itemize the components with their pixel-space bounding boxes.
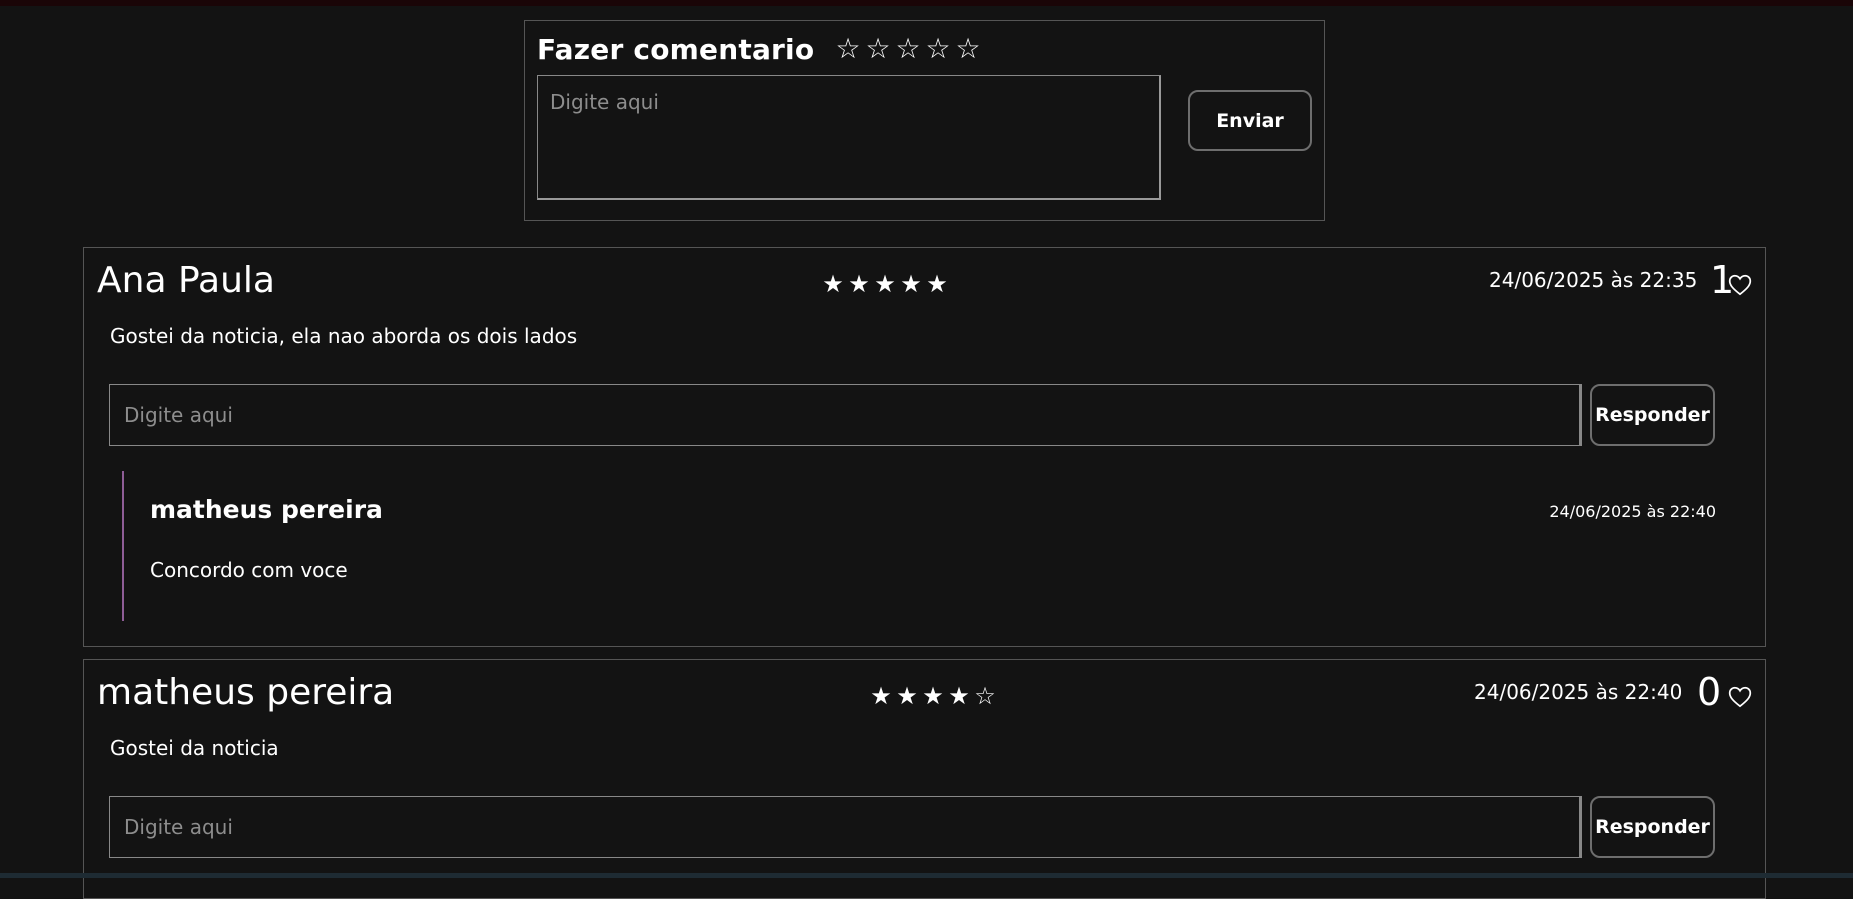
comment-card: Ana Paula ★ ★ ★ ★ ★ 24/06/2025 às 22:35 … [83, 247, 1766, 647]
comment-card: matheus pereira ★ ★ ★ ★ ☆ 24/06/2025 às … [83, 659, 1766, 899]
comment-rating: ★ ★ ★ ★ ★ [821, 270, 949, 298]
star-3-icon[interactable]: ☆ [895, 33, 921, 65]
comment-author: Ana Paula [97, 260, 275, 301]
rating-stars-input: ☆ ☆ ☆ ☆ ☆ [835, 33, 981, 65]
top-bar [0, 0, 1853, 6]
comment-text: Gostei da noticia, ela nao aborda os doi… [110, 324, 578, 348]
reply-input[interactable] [109, 384, 1582, 446]
star-5-icon[interactable]: ☆ [955, 33, 981, 65]
reply-text: Concordo com voce [150, 558, 348, 582]
star-filled-icon: ★ [896, 682, 918, 710]
star-filled-icon: ★ [870, 682, 892, 710]
new-comment-form: Fazer comentario ☆ ☆ ☆ ☆ ☆ Enviar [524, 20, 1325, 221]
comment-author: matheus pereira [97, 672, 395, 713]
heart-icon[interactable] [1727, 684, 1753, 710]
star-2-icon[interactable]: ☆ [865, 33, 891, 65]
heart-icon[interactable] [1727, 272, 1753, 298]
reply-date: 24/06/2025 às 22:40 [1549, 502, 1716, 521]
star-filled-icon: ★ [926, 270, 948, 298]
reply-button[interactable]: Responder [1590, 796, 1715, 858]
reply-button[interactable]: Responder [1590, 384, 1715, 446]
star-4-icon[interactable]: ☆ [925, 33, 951, 65]
star-filled-icon: ★ [948, 682, 970, 710]
star-filled-icon: ★ [822, 270, 844, 298]
bottom-bar [0, 873, 1853, 878]
comment-date: 24/06/2025 às 22:35 [1489, 268, 1698, 292]
comment-textarea[interactable] [537, 75, 1161, 200]
new-comment-title: Fazer comentario [537, 33, 815, 66]
reply-author: matheus pereira [150, 495, 383, 524]
star-filled-icon: ★ [874, 270, 896, 298]
comment-text: Gostei da noticia [110, 736, 279, 760]
star-empty-icon: ☆ [974, 682, 996, 710]
reply-item: matheus pereira 24/06/2025 às 22:40 Conc… [122, 471, 1724, 621]
star-1-icon[interactable]: ☆ [835, 33, 861, 65]
star-filled-icon: ★ [900, 270, 922, 298]
star-filled-icon: ★ [922, 682, 944, 710]
reply-input[interactable] [109, 796, 1582, 858]
star-filled-icon: ★ [848, 270, 870, 298]
comment-rating: ★ ★ ★ ★ ☆ [869, 682, 997, 710]
like-count: 0 [1697, 670, 1722, 714]
comment-date: 24/06/2025 às 22:40 [1474, 680, 1683, 704]
send-button[interactable]: Enviar [1188, 90, 1312, 151]
